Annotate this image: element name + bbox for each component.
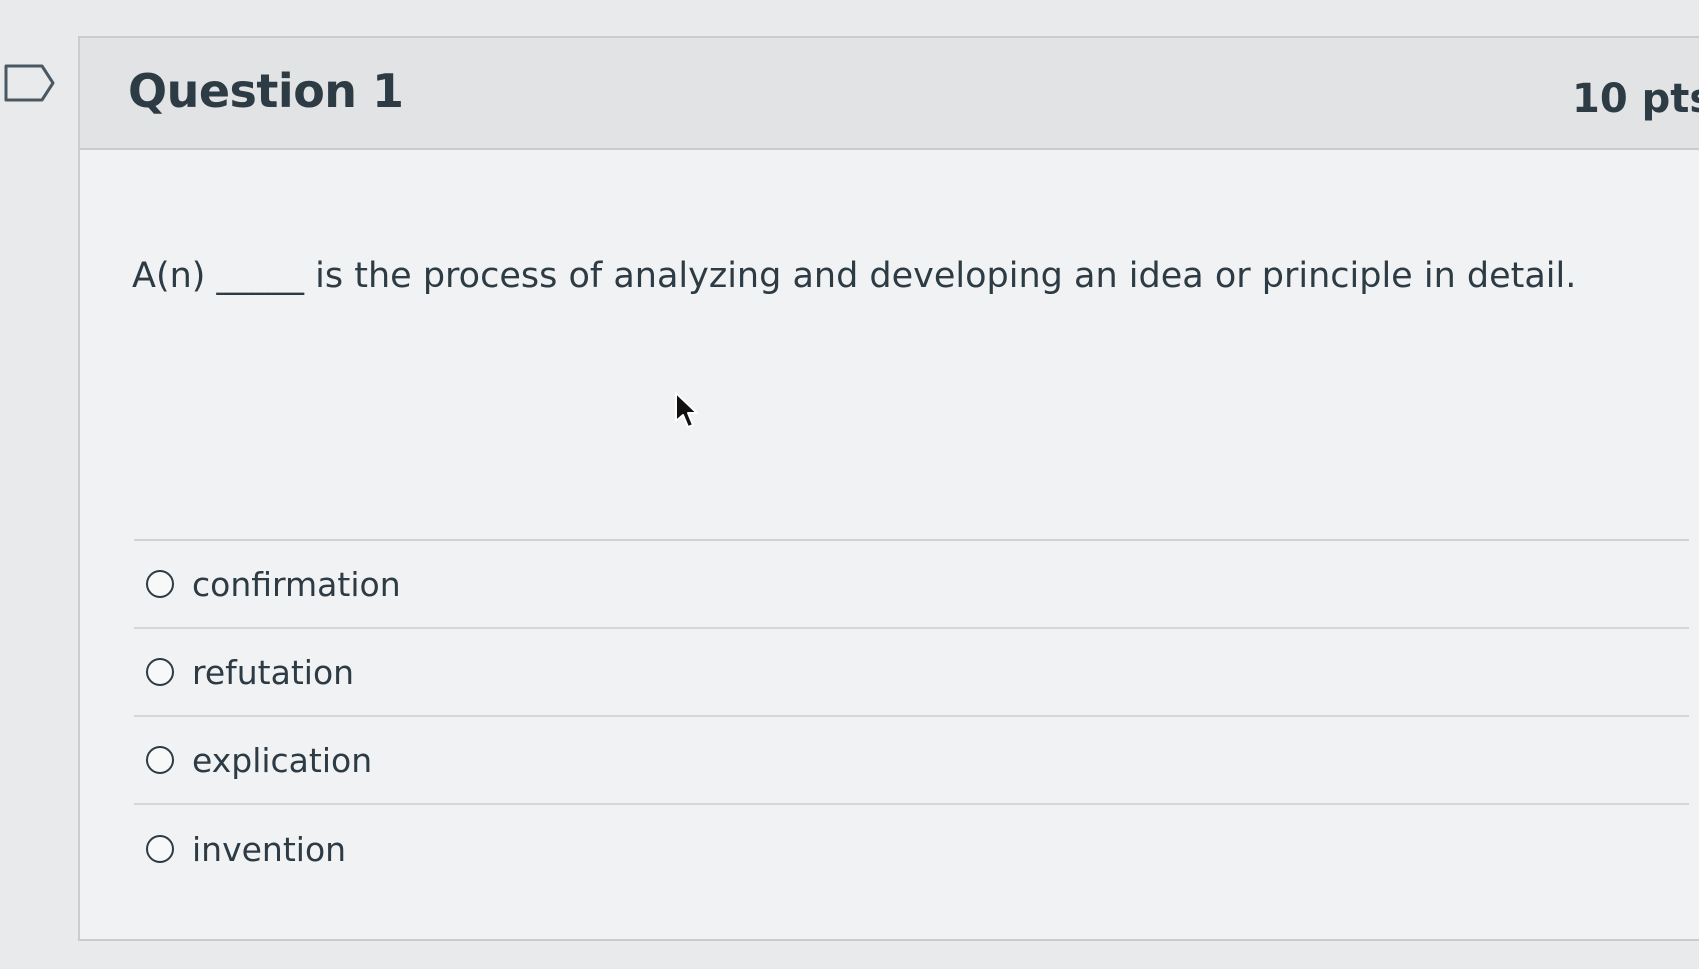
answer-option-invention[interactable]: invention <box>134 805 1689 893</box>
radio-button[interactable] <box>146 746 174 774</box>
answer-label: refutation <box>192 652 355 692</box>
radio-button[interactable] <box>146 570 174 598</box>
answer-option-explication[interactable]: explication <box>134 717 1689 805</box>
question-points: 10 pts <box>1572 76 1699 122</box>
mouse-cursor-icon <box>675 392 698 428</box>
question-title: Question 1 <box>128 64 404 118</box>
flag-question-icon[interactable] <box>2 62 56 104</box>
answer-list: confirmation refutation explication inve… <box>134 541 1689 893</box>
answer-option-refutation[interactable]: refutation <box>134 629 1689 717</box>
answer-label: invention <box>192 829 347 869</box>
question-card: Question 1 10 pts A(n) _____ is the proc… <box>78 36 1699 941</box>
question-text: A(n) _____ is the process of analyzing a… <box>132 256 1577 296</box>
answer-label: explication <box>192 740 373 780</box>
question-header: Question 1 10 pts <box>80 38 1699 150</box>
answer-label: confirmation <box>192 564 401 604</box>
radio-button[interactable] <box>146 658 174 686</box>
answer-option-confirmation[interactable]: confirmation <box>134 541 1689 629</box>
radio-button[interactable] <box>146 835 174 863</box>
